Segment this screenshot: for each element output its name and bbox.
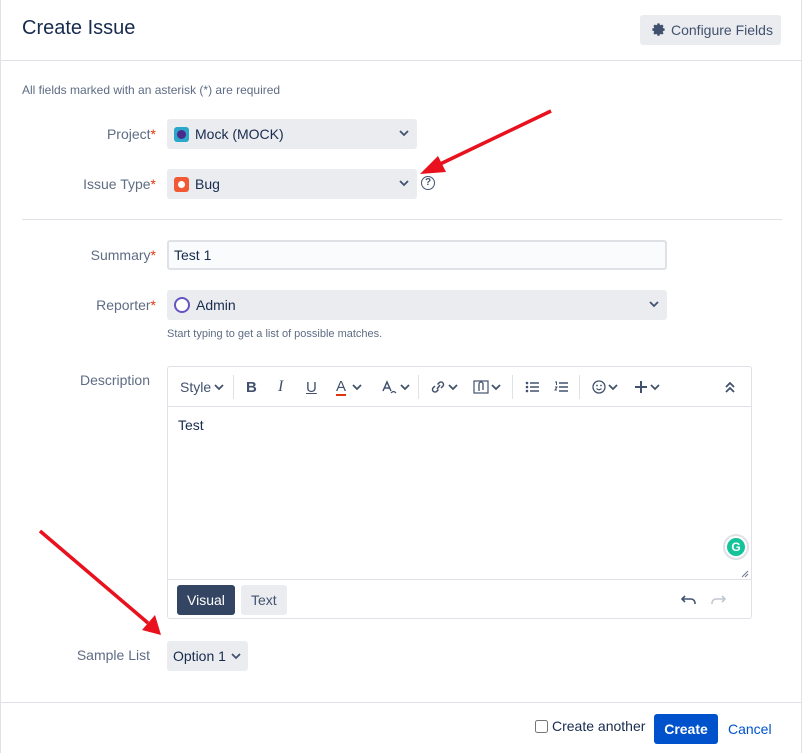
- editor-toolbar: Style B I U A: [168, 367, 751, 407]
- text-mode-button[interactable]: Text: [241, 585, 287, 615]
- numbered-list-icon[interactable]: [554, 374, 568, 400]
- chevron-down-icon: [352, 384, 362, 391]
- reporter-select[interactable]: Admin: [167, 290, 667, 320]
- chevron-down-icon: [649, 301, 659, 308]
- attachment-button[interactable]: [473, 374, 501, 400]
- required-marker: *: [150, 297, 156, 313]
- toolbar-separator: [233, 375, 234, 399]
- description-label: Description: [79, 372, 150, 388]
- style-dropdown[interactable]: Style: [180, 374, 224, 400]
- reporter-hint: Start typing to get a list of possible m…: [167, 328, 383, 340]
- project-label-text: Project: [106, 126, 151, 142]
- reporter-label: Reporter*: [96, 297, 156, 313]
- issue-type-select[interactable]: Bug: [167, 169, 417, 199]
- emoji-icon: [592, 380, 606, 394]
- text-color-button[interactable]: A: [336, 374, 362, 400]
- link-icon: [431, 381, 445, 393]
- summary-label-text: Summary: [90, 247, 151, 263]
- chevron-down-icon: [399, 130, 409, 137]
- project-label: Project*: [107, 126, 156, 142]
- bullet-list-icon[interactable]: [525, 374, 539, 400]
- description-editor: Style B I U A Test G Visual Text: [167, 366, 752, 619]
- project-select[interactable]: Mock (MOCK): [167, 119, 417, 149]
- italic-icon[interactable]: I: [278, 374, 283, 400]
- underline-icon[interactable]: U: [306, 374, 317, 400]
- required-fields-note: All fields marked with an asterisk (*) a…: [22, 83, 281, 97]
- collapse-toolbar-icon[interactable]: [725, 374, 735, 400]
- more-formatting-button[interactable]: [381, 374, 410, 400]
- create-button[interactable]: Create: [654, 714, 718, 744]
- create-another-option[interactable]: Create another: [535, 718, 645, 734]
- section-divider: [22, 219, 782, 220]
- redo-icon[interactable]: [710, 593, 726, 607]
- visual-mode-button[interactable]: Visual: [177, 585, 235, 615]
- chevron-down-icon: [400, 384, 410, 391]
- numbered-list-glyph: [554, 381, 568, 392]
- insert-more-button[interactable]: [634, 374, 660, 400]
- issue-type-label-text: Issue Type: [83, 176, 151, 192]
- sample-list-value: Option 1: [173, 648, 226, 664]
- reporter-label-text: Reporter: [96, 297, 151, 313]
- bug-icon: [174, 176, 189, 192]
- issue-type-label: Issue Type*: [83, 176, 156, 192]
- resize-handle-icon[interactable]: [741, 570, 749, 578]
- sample-list-select[interactable]: Option 1: [167, 641, 248, 671]
- required-marker: *: [150, 247, 156, 263]
- attachment-icon: [473, 380, 489, 394]
- chevron-down-icon: [608, 384, 618, 391]
- link-button[interactable]: [430, 374, 458, 400]
- create-issue-dialog: Create Issue Configure Fields All fields…: [0, 0, 802, 753]
- toolbar-separator: [418, 375, 419, 399]
- emoji-button[interactable]: [592, 374, 618, 400]
- gear-icon: [652, 23, 665, 36]
- cancel-link[interactable]: Cancel: [728, 721, 772, 737]
- editor-footer: Visual Text: [168, 579, 751, 619]
- required-marker: *: [150, 176, 156, 192]
- project-value: Mock (MOCK): [195, 126, 284, 142]
- project-avatar-icon: [174, 126, 189, 142]
- user-avatar-icon: [174, 297, 190, 313]
- issue-type-value: Bug: [195, 176, 220, 192]
- chevron-down-icon: [214, 384, 224, 391]
- grammarly-icon[interactable]: G: [723, 534, 749, 560]
- chevron-down-icon: [491, 384, 501, 391]
- required-marker: *: [150, 126, 156, 142]
- chevron-down-icon: [650, 384, 660, 391]
- undo-icon[interactable]: [681, 593, 697, 607]
- text-effects-icon: [382, 380, 397, 394]
- summary-input[interactable]: [167, 240, 667, 270]
- text-color-icon: A: [336, 377, 347, 396]
- create-another-checkbox[interactable]: [535, 719, 548, 733]
- style-label: Style: [180, 379, 212, 395]
- reporter-value: Admin: [196, 297, 236, 313]
- bold-icon[interactable]: B: [246, 374, 257, 400]
- plus-icon: [635, 381, 647, 393]
- configure-fields-button[interactable]: Configure Fields: [640, 15, 781, 45]
- chevron-down-icon: [231, 653, 241, 660]
- configure-fields-label: Configure Fields: [671, 22, 773, 38]
- bullet-list-glyph: [525, 381, 539, 393]
- create-another-label: Create another: [552, 718, 646, 734]
- grammarly-badge: G: [727, 538, 745, 556]
- dialog-title: Create Issue: [22, 17, 136, 39]
- dialog-header: Create Issue Configure Fields: [1, 0, 801, 61]
- summary-label: Summary*: [91, 247, 156, 263]
- sample-list-label: Sample List: [76, 647, 150, 663]
- description-content[interactable]: Test: [178, 417, 204, 433]
- double-chevron-up-glyph: [725, 381, 735, 393]
- toolbar-separator: [579, 375, 580, 399]
- chevron-down-icon: [448, 384, 458, 391]
- toolbar-separator: [512, 375, 513, 399]
- chevron-down-icon: [399, 180, 409, 187]
- help-icon[interactable]: ?: [421, 176, 435, 190]
